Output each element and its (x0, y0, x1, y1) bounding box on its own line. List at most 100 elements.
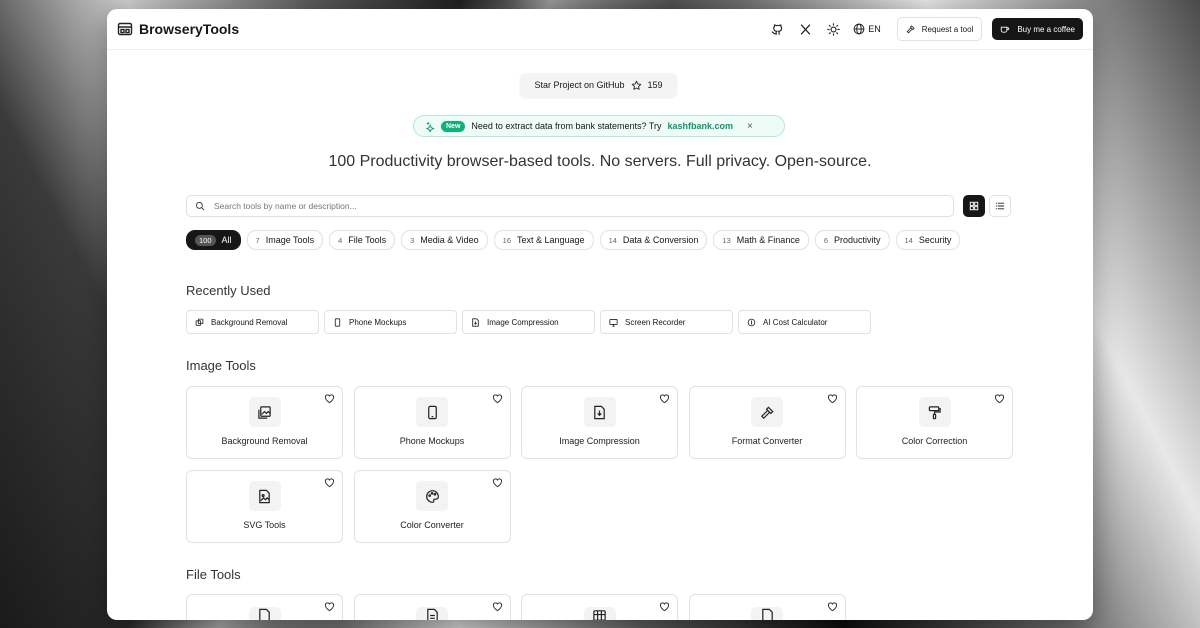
hammer-icon (760, 405, 774, 419)
github-star-label: Star Project on GitHub (534, 80, 625, 90)
logo[interactable]: BrowseryTools (117, 21, 239, 37)
tool-icon-tile (416, 481, 448, 511)
heart-icon (827, 602, 837, 612)
heart-icon (324, 394, 335, 404)
phone-icon (427, 405, 437, 419)
tool-name: Color Converter (400, 520, 464, 530)
tool-name: Image Compression (559, 436, 640, 446)
heart-icon (659, 394, 670, 404)
file-down-icon (594, 405, 605, 419)
file-text-icon (426, 608, 438, 620)
chip-image-tools[interactable]: 7 Image Tools (246, 230, 324, 250)
favorite-button[interactable] (659, 391, 671, 404)
chip-all[interactable]: 100 All (186, 230, 241, 250)
file-icon (761, 608, 773, 620)
tool-card-svg-tools[interactable]: SVG Tools (186, 470, 343, 543)
tool-card-background-removal[interactable]: Background Removal (186, 386, 343, 459)
file-tools-title: File Tools (186, 567, 241, 582)
chip-security[interactable]: 14 Security (895, 230, 961, 250)
favorite-button[interactable] (492, 475, 504, 488)
chip-math-finance[interactable]: 13 Math & Finance (713, 230, 809, 250)
favorite-button[interactable] (324, 475, 336, 488)
tool-card-file[interactable] (688, 594, 846, 620)
recent-item-image-compression[interactable]: Image Compression (462, 310, 595, 334)
favorite-button[interactable] (324, 599, 336, 612)
banner-close-button[interactable]: × (747, 121, 753, 132)
coffee-cup-icon (1001, 26, 1010, 33)
hammer-icon (906, 25, 915, 34)
grid-icon (969, 201, 979, 211)
chip-text-language[interactable]: 16 Text & Language (493, 230, 594, 250)
tool-icon-tile (583, 397, 616, 427)
heart-icon (492, 602, 502, 612)
globe-icon (853, 23, 865, 35)
app-window: BrowseryTools EN Request a tool Buy me a… (107, 9, 1093, 620)
file-down-icon (472, 317, 479, 327)
image-layers-icon (258, 405, 271, 419)
category-filter: 100 All 7 Image Tools 4 File Tools 3 Media &… (186, 230, 1014, 250)
sun-icon (826, 22, 840, 36)
chip-media-video[interactable]: 3 Media & Video (401, 230, 488, 250)
language-label: EN (868, 24, 881, 34)
github-link[interactable] (765, 17, 789, 41)
palette-icon (425, 489, 439, 503)
x-twitter-link[interactable] (793, 17, 817, 41)
recent-item-screen-recorder[interactable]: Screen Recorder (600, 310, 733, 334)
list-view-toggle[interactable] (989, 195, 1011, 217)
tool-card-file[interactable] (521, 594, 678, 620)
favorite-button[interactable] (994, 391, 1006, 404)
new-badge: New (441, 120, 466, 132)
favorite-button[interactable] (659, 599, 671, 612)
favorite-button[interactable] (324, 391, 336, 404)
github-star-button[interactable]: Star Project on GitHub 159 (520, 73, 677, 97)
browser-window-icon (117, 22, 133, 36)
heart-icon (492, 394, 502, 404)
tool-card-image-compression[interactable]: Image Compression (521, 386, 678, 459)
page-headline: 100 Productivity browser-based tools. No… (328, 153, 872, 170)
file-image-icon (259, 489, 270, 503)
recent-item-background-removal[interactable]: Background Removal (186, 310, 319, 334)
grid-view-toggle[interactable] (963, 195, 985, 217)
coin-icon (747, 318, 756, 326)
request-tool-button[interactable]: Request a tool (896, 17, 983, 41)
tool-name: Background Removal (221, 436, 308, 446)
paint-roller-icon (928, 405, 941, 419)
recently-used-list: Background Removal Phone Mockups Image C… (186, 310, 871, 334)
theme-toggle[interactable] (821, 17, 845, 41)
tool-name: Phone Mockups (399, 436, 465, 446)
buy-coffee-button[interactable]: Buy me a coffee (992, 18, 1083, 40)
tool-card-file[interactable] (353, 594, 511, 620)
tool-card-color-converter[interactable]: Color Converter (353, 470, 511, 543)
star-icon (631, 80, 641, 90)
language-selector[interactable]: EN (853, 23, 881, 35)
search-input[interactable] (212, 200, 953, 212)
tool-icon-tile (248, 397, 281, 427)
layers-icon (195, 318, 204, 326)
chip-data-conversion[interactable]: 14 Data & Conversion (599, 230, 708, 250)
favorite-button[interactable] (492, 599, 504, 612)
heart-icon (492, 478, 502, 488)
recent-item-ai-cost-calculator[interactable]: AI Cost Calculator (738, 310, 871, 334)
tool-icon-tile (918, 397, 951, 427)
tool-icon-tile (751, 397, 783, 427)
buy-coffee-label: Buy me a coffee (1017, 24, 1075, 34)
tool-card-color-correction[interactable]: Color Correction (856, 386, 1013, 459)
favorite-button[interactable] (827, 599, 839, 612)
x-logo-icon (800, 23, 810, 35)
file-icon (259, 608, 270, 620)
heart-icon (827, 394, 837, 404)
chip-file-tools[interactable]: 4 File Tools (329, 230, 396, 250)
tool-icon-tile (583, 607, 616, 620)
tool-card-phone-mockups[interactable]: Phone Mockups (353, 386, 511, 459)
tool-card-format-converter[interactable]: Format Converter (688, 386, 846, 459)
tool-card-file[interactable] (186, 594, 343, 620)
favorite-button[interactable] (492, 391, 504, 404)
sparkle-icon (424, 121, 435, 132)
tool-name: Color Correction (901, 436, 968, 446)
heart-icon (994, 394, 1005, 404)
favorite-button[interactable] (827, 391, 839, 404)
chip-productivity[interactable]: 6 Productivity (814, 230, 890, 250)
recent-item-phone-mockups[interactable]: Phone Mockups (324, 310, 457, 334)
top-header: BrowseryTools EN Request a tool Buy me a… (107, 9, 1093, 50)
banner-link[interactable]: kashfbank.com (668, 121, 734, 131)
